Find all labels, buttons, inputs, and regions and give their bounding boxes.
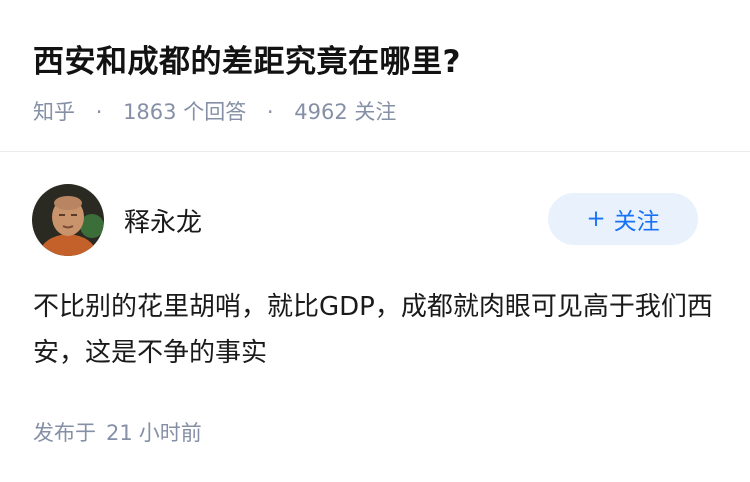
question-header: 西安和成都的差距究竟在哪里? 知乎 · 1863 个回答 · 4962 关注 — [0, 0, 750, 151]
author-avatar[interactable] — [32, 184, 104, 256]
author-name[interactable]: 释永龙 — [124, 202, 202, 239]
published-label: 发布于 — [33, 421, 96, 445]
answers-count: 1863 — [123, 100, 177, 124]
followers-count: 4962 — [294, 100, 348, 124]
separator-dot: · — [266, 100, 274, 124]
answers-label: 个回答 — [183, 100, 247, 124]
separator-dot: · — [95, 100, 103, 124]
published-num: 21 — [106, 421, 133, 445]
source-label[interactable]: 知乎 — [33, 100, 75, 124]
follow-button[interactable]: + 关注 — [548, 193, 698, 245]
answer-content: 不比别的花里胡哨，就比GDP，成都就肉眼可见高于我们西安，这是不争的事实 — [33, 292, 713, 368]
plus-icon: + — [586, 206, 606, 232]
question-meta: 知乎 · 1863 个回答 · 4962 关注 — [33, 96, 396, 126]
followers-label: 关注 — [354, 100, 397, 124]
question-title[interactable]: 西安和成都的差距究竟在哪里? — [33, 36, 461, 81]
publish-time: 发布于 21 小时前 — [33, 417, 202, 447]
follow-label: 关注 — [613, 209, 660, 235]
header-divider — [0, 151, 750, 152]
avatar-photo-icon — [32, 184, 104, 256]
published-unit: 小时前 — [138, 421, 202, 445]
